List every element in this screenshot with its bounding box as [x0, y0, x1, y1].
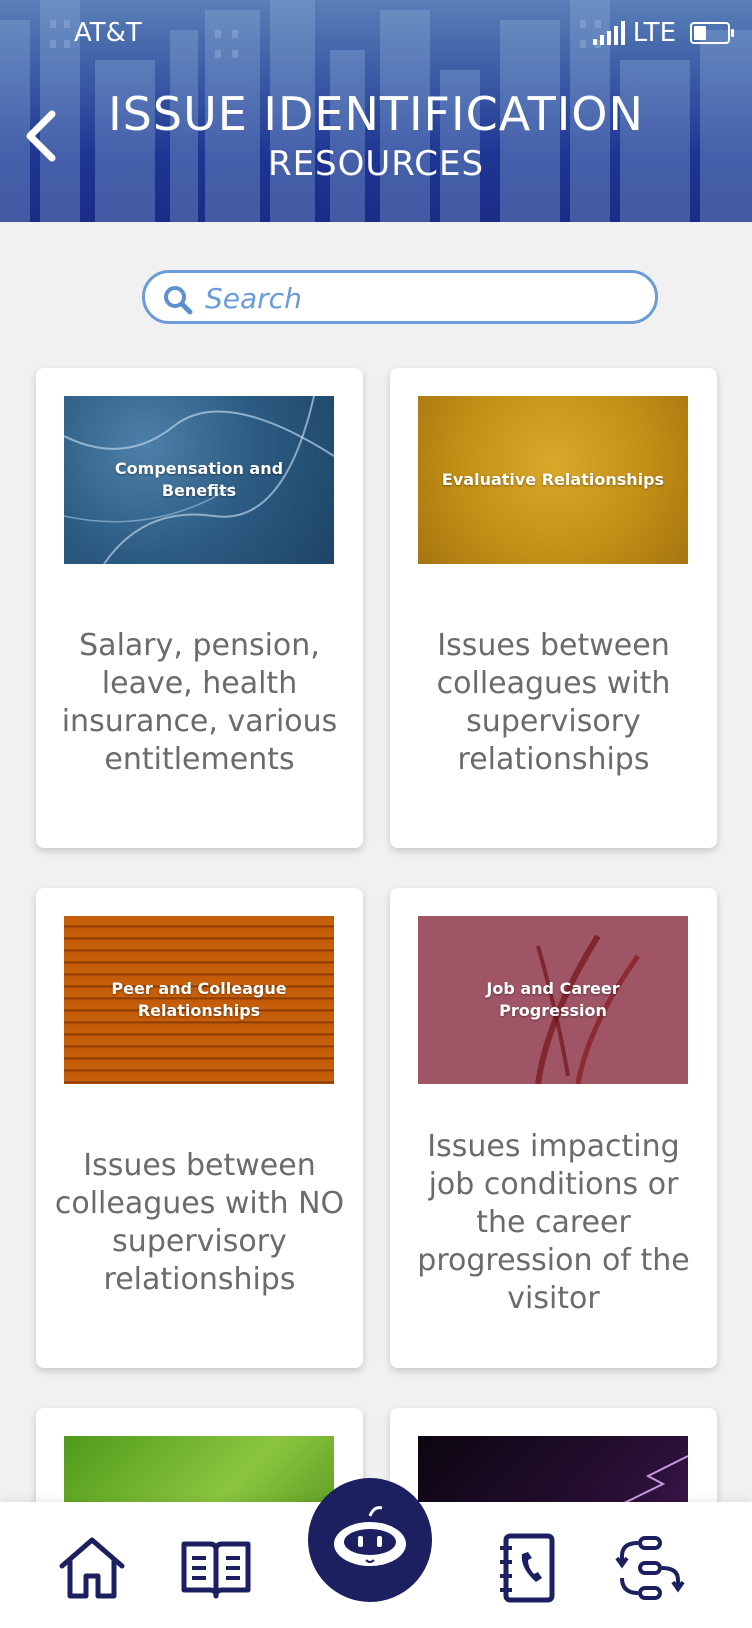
- page-title: ISSUE IDENTIFICATION: [108, 87, 644, 141]
- card-image: Compensation and Benefits: [64, 396, 334, 564]
- network-label: LTE: [632, 18, 676, 48]
- card-image: Job and Career Progression: [418, 916, 688, 1084]
- resource-card-compensation[interactable]: Compensation and Benefits Salary, pensio…: [36, 368, 363, 848]
- signal-strength-icon: [592, 21, 625, 45]
- chatbot-icon: [334, 1506, 406, 1566]
- page-subtitle: RESOURCES: [267, 144, 485, 184]
- card-image-label: Evaluative Relationships: [441, 470, 665, 489]
- card-image: Peer and Colleague Relationships: [64, 916, 334, 1084]
- status-bar: AT&T LTE: [0, 16, 752, 52]
- chatbot-button[interactable]: [308, 1478, 432, 1602]
- battery-icon: [690, 22, 734, 44]
- card-image-label: Compensation and Benefits: [114, 459, 284, 500]
- card-description: Salary, pension, leave, health insurance…: [61, 628, 338, 777]
- search-input[interactable]: [203, 279, 637, 317]
- card-image-label: Peer and Colleague Relationships: [111, 979, 287, 1020]
- contacts-phone-icon[interactable]: [492, 1532, 564, 1604]
- card-image: Evaluative Relationships: [418, 396, 688, 564]
- workflow-icon[interactable]: [614, 1532, 686, 1604]
- card-description: Issues between colleagues with NO superv…: [54, 1148, 345, 1297]
- card-description: Issues between colleagues with superviso…: [436, 628, 671, 777]
- carrier-label: AT&T: [74, 18, 142, 48]
- status-indicators: LTE: [592, 18, 734, 48]
- book-icon[interactable]: [180, 1532, 252, 1604]
- card-image-label: Job and Career Progression: [486, 979, 620, 1020]
- app-header: AT&T LTE ISSUE IDENTIFICATION RESOURCES: [0, 0, 752, 222]
- resource-card-job-career[interactable]: Job and Career Progression Issues impact…: [390, 888, 717, 1368]
- card-description: Issues impacting job conditions or the c…: [417, 1129, 690, 1316]
- search-bar[interactable]: [142, 270, 658, 324]
- resource-card-peer[interactable]: Peer and Colleague Relationships Issues …: [36, 888, 363, 1368]
- home-icon[interactable]: [56, 1532, 128, 1604]
- search-icon: [164, 286, 193, 315]
- resource-card-evaluative[interactable]: Evaluative Relationships Issues between …: [390, 368, 717, 848]
